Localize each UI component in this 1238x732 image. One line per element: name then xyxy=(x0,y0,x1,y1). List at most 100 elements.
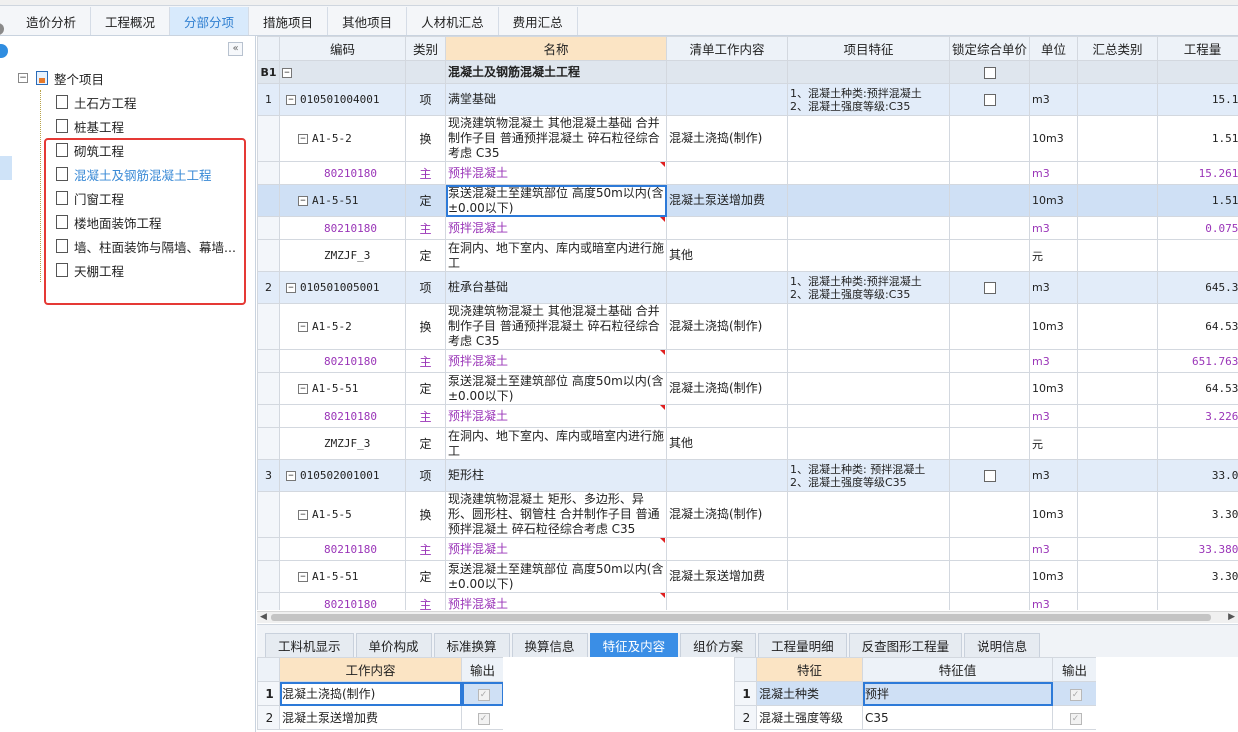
unit-cell[interactable]: 10m3 xyxy=(1029,184,1078,217)
category-cell[interactable]: 定 xyxy=(405,184,446,217)
lock-price-cell[interactable] xyxy=(949,404,1030,428)
work-content-cell[interactable]: 混凝土浇捣(制作) xyxy=(666,491,788,538)
quota-row[interactable]: − A1-5-5 换现浇建筑物混凝土 矩形、多边形、异形、圆形柱、钢管柱 合并制作子… xyxy=(257,491,1238,538)
name-cell[interactable]: 预拌混凝土 xyxy=(445,404,667,428)
name-cell[interactable]: 现浇建筑物混凝土 其他混凝土基础 合并制作子目 普通预拌混凝土 碎石粒径综合考虑… xyxy=(445,115,667,162)
work-content-cell[interactable] xyxy=(666,271,788,304)
lock-price-cell[interactable] xyxy=(949,349,1030,373)
tree-root[interactable]: − 整个项目 xyxy=(18,68,104,88)
quantity-cell[interactable]: 15.2611 xyxy=(1157,161,1238,185)
quota-row[interactable]: − A1-5-51 定泵送混凝土至建筑部位 高度50m以内(含±0.00以下) 混凝土… xyxy=(257,372,1238,405)
collapse-row-icon[interactable]: − xyxy=(298,196,308,206)
category-cell[interactable]: 定 xyxy=(405,560,446,593)
tree-item-pile-foundation[interactable]: 桩基工程 xyxy=(56,116,124,136)
feature-cell[interactable] xyxy=(787,239,950,272)
feature-value-cell[interactable]: C35 xyxy=(862,705,1053,730)
header-unit[interactable]: 单位 xyxy=(1029,36,1078,61)
tab-quantity-details[interactable]: 工程量明细 xyxy=(758,633,847,657)
work-content-row[interactable]: 1 混凝土浇捣(制作) ✓ xyxy=(257,681,503,706)
summary-category-cell[interactable] xyxy=(1077,592,1158,610)
feature-cell[interactable] xyxy=(787,592,950,610)
header-lock-unit-price[interactable]: 锁定综合单价 xyxy=(949,36,1030,61)
work-content-header[interactable]: 工作内容 xyxy=(279,657,462,682)
work-content-cell[interactable] xyxy=(666,404,788,428)
tab-reverse-lookup-quantity[interactable]: 反查图形工程量 xyxy=(848,633,963,657)
summary-category-cell[interactable] xyxy=(1077,184,1158,217)
summary-category-cell[interactable] xyxy=(1077,491,1158,538)
tab-standard-conversion[interactable]: 标准换算 xyxy=(433,633,510,657)
code-cell[interactable]: ZMZJF_3 xyxy=(279,239,406,272)
tab-pricing-scheme[interactable]: 组价方案 xyxy=(680,633,757,657)
work-content-cell[interactable] xyxy=(666,349,788,373)
quota-row[interactable]: − A1-5-51 定泵送混凝土至建筑部位 高度50m以内(含±0.00以下) 混凝土… xyxy=(257,560,1238,593)
feature-cell[interactable] xyxy=(787,491,950,538)
unit-cell[interactable]: m3 xyxy=(1029,349,1078,373)
code-cell[interactable]: −010501004001 xyxy=(279,83,406,116)
collapse-row-icon[interactable]: − xyxy=(286,471,296,481)
quantity-cell[interactable]: 33.05 xyxy=(1157,459,1238,492)
work-content-cell[interactable]: 混凝土泵送增加费 xyxy=(279,705,462,730)
summary-category-cell[interactable] xyxy=(1077,372,1158,405)
category-cell[interactable]: 定 xyxy=(405,427,446,460)
code-cell[interactable]: −010502001001 xyxy=(279,459,406,492)
collapse-node-icon[interactable]: − xyxy=(18,73,28,83)
material-row[interactable]: 80210180 主预拌混凝土 m3 15.2611 xyxy=(257,161,1238,185)
tab-other-items[interactable]: 其他项目 xyxy=(328,7,408,35)
name-cell[interactable]: 桩承台基础 xyxy=(445,271,667,304)
work-content-cell[interactable]: 混凝土浇捣(制作) xyxy=(279,681,462,706)
summary-category-cell[interactable] xyxy=(1077,560,1158,593)
feature-header[interactable]: 特征 xyxy=(756,657,863,682)
feature-cell[interactable]: 1、混凝土种类:预拌混凝土 2、混凝土强度等级:C35 xyxy=(787,271,950,304)
quantity-cell[interactable]: 0.0756 xyxy=(1157,216,1238,240)
tab-features-content[interactable]: 特征及内容 xyxy=(589,633,679,657)
name-cell[interactable]: 预拌混凝土 xyxy=(445,349,667,373)
code-cell[interactable]: − A1-5-51 xyxy=(279,184,406,217)
work-content-cell[interactable]: 混凝土浇捣(制作) xyxy=(666,303,788,350)
lock-price-cell[interactable] xyxy=(949,459,1030,492)
collapse-row-icon[interactable]: − xyxy=(298,384,308,394)
lock-price-cell[interactable] xyxy=(949,560,1030,593)
summary-category-cell[interactable] xyxy=(1077,459,1158,492)
quantity-cell[interactable]: 3.305 xyxy=(1157,491,1238,538)
summary-category-cell[interactable] xyxy=(1077,349,1158,373)
name-cell[interactable]: 泵送混凝土至建筑部位 高度50m以内(含±0.00以下) xyxy=(445,560,667,593)
feature-output-header[interactable]: 输出 xyxy=(1052,657,1096,682)
unit-cell[interactable]: m3 xyxy=(1029,271,1078,304)
feature-name-cell[interactable]: 混凝土种类 xyxy=(756,681,863,706)
section-row[interactable]: B1 − 混凝土及钢筋混凝土工程 xyxy=(257,60,1238,84)
tab-cost-summary[interactable]: 费用汇总 xyxy=(499,7,578,35)
category-cell[interactable]: 主 xyxy=(405,216,446,240)
category-cell[interactable]: 定 xyxy=(405,372,446,405)
quantity-cell[interactable] xyxy=(1157,592,1238,610)
tab-description-info[interactable]: 说明信息 xyxy=(964,633,1041,657)
lock-price-cell[interactable] xyxy=(949,184,1030,217)
category-cell[interactable]: 主 xyxy=(405,592,446,610)
lock-price-checkbox[interactable] xyxy=(983,282,996,294)
quantity-cell[interactable]: 645.31 xyxy=(1157,271,1238,304)
unit-cell[interactable]: m3 xyxy=(1029,537,1078,561)
header-name[interactable]: 名称 xyxy=(445,36,667,61)
work-content-cell[interactable]: 混凝土浇捣(制作) xyxy=(666,115,788,162)
unit-cell[interactable]: 10m3 xyxy=(1029,115,1078,162)
work-content-cell[interactable] xyxy=(666,161,788,185)
lock-price-cell[interactable] xyxy=(949,161,1030,185)
category-cell[interactable]: 换 xyxy=(405,115,446,162)
collapse-row-icon[interactable]: − xyxy=(298,572,308,582)
category-cell[interactable]: 定 xyxy=(405,239,446,272)
summary-category-cell[interactable] xyxy=(1077,239,1158,272)
code-cell[interactable]: − A1-5-2 xyxy=(279,115,406,162)
code-cell[interactable]: 80210180 xyxy=(279,216,406,240)
quantity-cell[interactable]: 3.2266 xyxy=(1157,404,1238,428)
feature-cell[interactable] xyxy=(787,161,950,185)
lock-price-cell[interactable] xyxy=(949,216,1030,240)
quota-row[interactable]: ZMZJF_3 定在洞内、地下室内、库内或暗室内进行施工其他 元 1 xyxy=(257,239,1238,272)
quantity-cell[interactable]: 1 xyxy=(1157,427,1238,460)
code-cell[interactable]: 80210180 xyxy=(279,161,406,185)
feature-cell[interactable] xyxy=(787,303,950,350)
lock-price-cell[interactable] xyxy=(949,592,1030,610)
name-cell[interactable]: 现浇建筑物混凝土 其他混凝土基础 合并制作子目 普通预拌混凝土 碎石粒径综合考虑… xyxy=(445,303,667,350)
material-row[interactable]: 80210180 主预拌混凝土 m3 0.0756 xyxy=(257,216,1238,240)
feature-cell[interactable] xyxy=(787,216,950,240)
material-row[interactable]: 80210180 主预拌混凝土 m3 xyxy=(257,592,1238,610)
code-cell[interactable]: 80210180 xyxy=(279,404,406,428)
